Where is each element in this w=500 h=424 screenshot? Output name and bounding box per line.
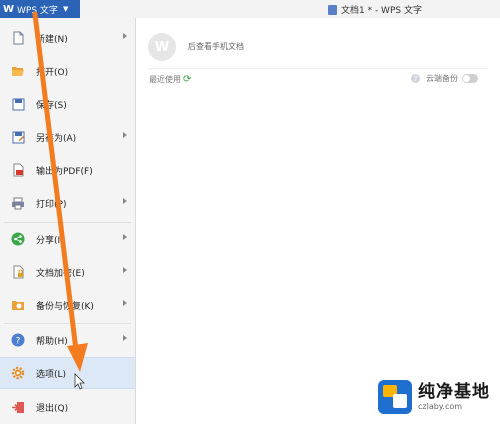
watermark-url: czlaby.com (418, 401, 463, 411)
annotation-arrow-head (67, 343, 88, 372)
watermark-logo-icon (378, 380, 412, 414)
watermark-title: 纯净基地 (418, 381, 490, 402)
mouse-cursor-icon (74, 373, 85, 390)
annotation-arrow (32, 11, 88, 390)
annotation-arrow-shaft (32, 11, 79, 353)
watermark: 纯净基地 czlaby.com (378, 380, 490, 414)
